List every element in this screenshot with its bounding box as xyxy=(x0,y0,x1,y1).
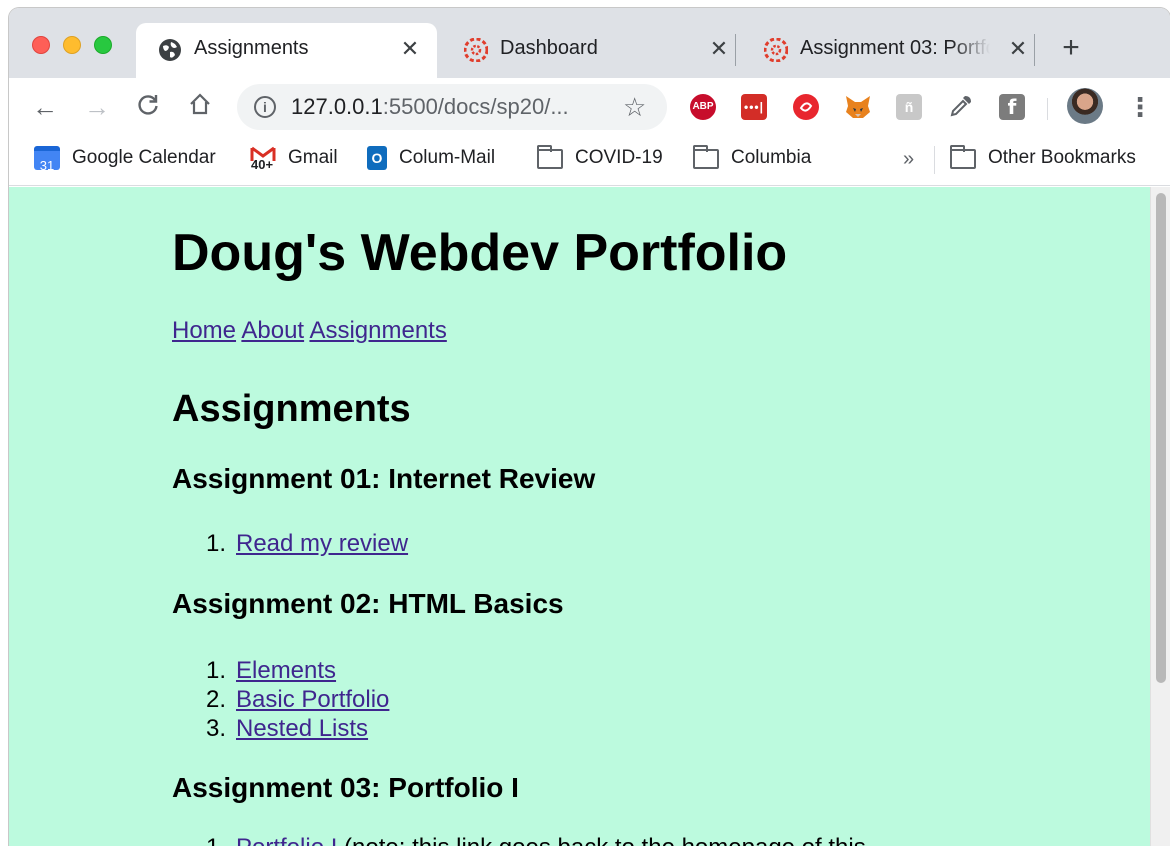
minimize-window-button[interactable] xyxy=(63,36,81,54)
acrobat-icon[interactable] xyxy=(793,94,819,120)
maximize-window-button[interactable] xyxy=(94,36,112,54)
list-item: 1.Portfolio I (note: this link goes back… xyxy=(206,833,866,846)
kebab-menu-icon[interactable]: ⋮ xyxy=(1127,92,1153,122)
scrollbar-thumb[interactable] xyxy=(1156,193,1166,683)
link-note: (note: this link goes back to the homepa… xyxy=(337,834,866,846)
vertical-scrollbar[interactable] xyxy=(1150,187,1170,846)
browser-window: Assignments ✕ Dashboard ✕ Assignment 03:… xyxy=(9,8,1170,846)
lastpass-icon[interactable]: •••| xyxy=(741,94,767,120)
bookmark-google-calendar[interactable]: 31 Google Calendar xyxy=(34,144,216,173)
toolbar: ← → i 127.0.0.1:5500/docs/sp20/... ☆ ABP… xyxy=(9,78,1170,136)
canvas-icon xyxy=(763,37,789,63)
list-item: 1. Elements xyxy=(206,657,337,684)
close-icon[interactable]: ✕ xyxy=(706,36,732,62)
bookmark-label: Google Calendar xyxy=(72,147,216,168)
gmail-icon: 40+ xyxy=(250,146,276,172)
canvas-icon xyxy=(463,37,489,63)
bookmark-folder-covid-19[interactable]: COVID-19 xyxy=(537,144,663,172)
tab-assignments[interactable]: Assignments ✕ xyxy=(136,23,437,78)
bookmark-gmail[interactable]: 40+ Gmail xyxy=(250,144,338,172)
bookmark-other-bookmarks[interactable]: Other Bookmarks xyxy=(950,144,1136,172)
extension-icon[interactable]: ñ xyxy=(896,94,922,120)
assignment-02-heading: Assignment 02: HTML Basics xyxy=(172,588,564,619)
assignment-03-list: 1.Portfolio I (note: this link goes back… xyxy=(206,833,866,846)
link-basic-portfolio[interactable]: Basic Portfolio xyxy=(236,686,389,713)
close-icon[interactable]: ✕ xyxy=(397,36,423,62)
facebook-icon[interactable]: f xyxy=(999,94,1025,120)
url-host: 127.0.0.1 xyxy=(291,94,383,119)
adblock-plus-icon[interactable]: ABP xyxy=(690,94,716,120)
bookmarks-overflow-button[interactable]: » xyxy=(903,148,914,171)
bookmark-colum-mail[interactable]: O Colum-Mail xyxy=(367,144,495,172)
bookmark-label: Other Bookmarks xyxy=(988,147,1136,168)
eyedropper-icon[interactable] xyxy=(948,94,974,120)
bookmark-label: Columbia xyxy=(731,147,812,168)
list-item: 2. Basic Portfolio xyxy=(206,686,390,713)
section-heading: Assignments xyxy=(172,388,411,430)
url-text[interactable]: 127.0.0.1:5500/docs/sp20/... xyxy=(291,94,569,120)
globe-icon xyxy=(158,38,182,62)
tab-separator xyxy=(1034,34,1035,66)
avatar[interactable] xyxy=(1067,88,1103,124)
home-button[interactable] xyxy=(185,92,215,122)
page-viewport: Doug's Webdev Portfolio Home About Assig… xyxy=(9,187,1170,846)
bookmark-folder-columbia[interactable]: Columbia xyxy=(693,144,811,172)
bookmark-label: COVID-19 xyxy=(575,147,663,168)
folder-icon xyxy=(950,145,976,169)
close-window-button[interactable] xyxy=(32,36,50,54)
tab-title: Assignment 03: Portfolio I xyxy=(800,37,990,59)
metamask-fox-icon[interactable] xyxy=(844,94,870,120)
tab-strip: Assignments ✕ Dashboard ✕ Assignment 03:… xyxy=(9,8,1170,78)
outlook-icon: O xyxy=(367,146,387,170)
info-icon[interactable]: i xyxy=(254,96,276,118)
bookmark-star-icon[interactable]: ☆ xyxy=(623,92,646,123)
toolbar-separator xyxy=(1047,98,1048,120)
list-item: 1. Read my review xyxy=(206,530,409,557)
assignment-03-heading: Assignment 03: Portfolio I xyxy=(172,772,519,803)
nav-link-about[interactable]: About xyxy=(241,317,304,344)
tab-title: Assignments xyxy=(194,37,309,59)
link-read-my-review[interactable]: Read my review xyxy=(236,530,408,557)
assignment-01-heading: Assignment 01: Internet Review xyxy=(172,463,596,494)
reload-icon xyxy=(138,95,158,115)
nav-link-assignments[interactable]: Assignments xyxy=(309,317,446,344)
bookmarks-separator xyxy=(934,146,935,174)
home-icon xyxy=(190,93,210,115)
bookmark-label: Gmail xyxy=(288,147,338,168)
link-elements[interactable]: Elements xyxy=(236,657,336,684)
link-portfolio-i[interactable]: Portfolio I xyxy=(236,834,337,846)
page-title: Doug's Webdev Portfolio xyxy=(172,224,788,282)
close-icon[interactable]: ✕ xyxy=(1005,36,1031,62)
nav-link-home[interactable]: Home xyxy=(172,317,236,344)
url-path: :5500/docs/sp20/... xyxy=(382,94,569,119)
address-bar[interactable]: i 127.0.0.1:5500/docs/sp20/... ☆ xyxy=(237,84,667,130)
bookmark-label: Colum-Mail xyxy=(399,147,496,168)
tab-title: Dashboard xyxy=(500,37,598,59)
reload-button[interactable] xyxy=(133,92,163,122)
back-button[interactable]: ← xyxy=(30,92,60,122)
list-item: 3. Nested Lists xyxy=(206,715,369,742)
bookmarks-bar: 31 Google Calendar 40+ Gmail O Colum-Mai… xyxy=(9,136,1170,186)
folder-icon xyxy=(693,145,719,169)
tab-assignment-03[interactable]: Assignment 03: Portfolio I ✕ xyxy=(742,23,1032,78)
folder-icon xyxy=(537,145,563,169)
site-nav: Home About Assignments xyxy=(172,317,447,345)
tab-dashboard[interactable]: Dashboard ✕ xyxy=(442,23,734,78)
link-nested-lists[interactable]: Nested Lists xyxy=(236,715,368,742)
tab-separator xyxy=(735,34,736,66)
gmail-badge: 40+ xyxy=(251,157,274,172)
new-tab-button[interactable]: + xyxy=(1057,33,1085,63)
assignment-02-list: 1. Elements 2. Basic Portfolio 3. Nested Li… xyxy=(206,656,390,743)
google-calendar-icon: 31 xyxy=(34,146,60,173)
assignment-01-list: 1. Read my review xyxy=(206,529,409,558)
forward-button[interactable]: → xyxy=(82,92,112,122)
